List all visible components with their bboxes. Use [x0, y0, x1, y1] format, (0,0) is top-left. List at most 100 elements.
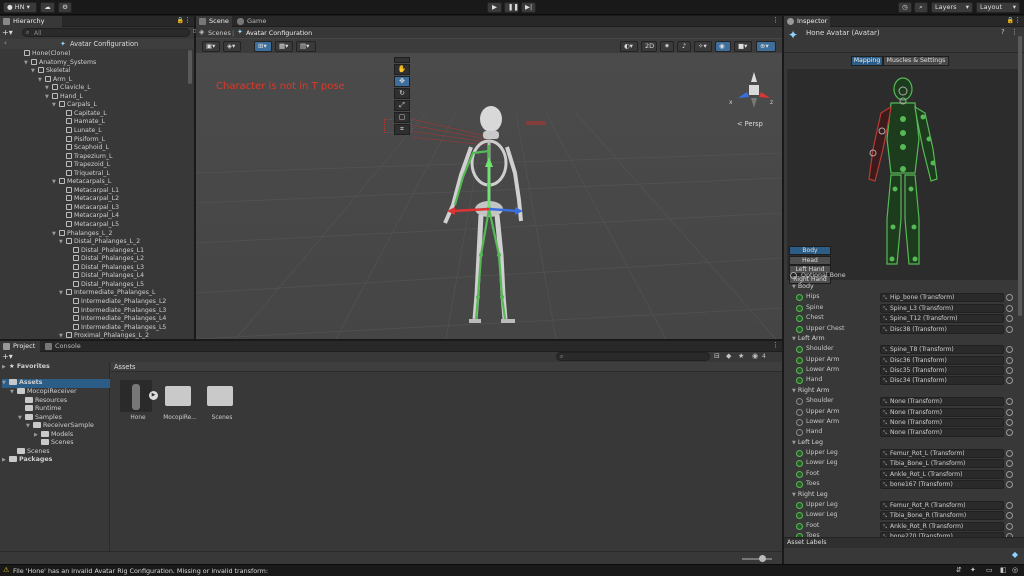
bone-transform-field[interactable]: ⤡ Disc35 (Transform) — [880, 366, 1004, 375]
model-asset[interactable]: ▶ Hone — [120, 378, 158, 428]
filter-type-icon[interactable]: ⊟ — [714, 352, 720, 360]
hierarchy-row[interactable]: ▼ Carpals_L — [52, 101, 97, 110]
hierarchy-row[interactable]: ▼ Skeletal — [31, 67, 71, 76]
hierarchy-row[interactable]: Intermediate_Phalanges_L5 — [66, 323, 166, 333]
object-picker-icon[interactable] — [1006, 325, 1013, 333]
lock-icon[interactable]: 🔒 — [177, 17, 184, 24]
tab-muscles[interactable]: Muscles & Settings — [883, 56, 949, 66]
back-icon[interactable]: ‹ — [4, 39, 7, 47]
search-button[interactable]: ⌕ — [914, 2, 928, 13]
breadcrumb-root[interactable]: Scenes — [208, 29, 231, 37]
progress-icon[interactable]: ▭ — [986, 566, 993, 574]
hierarchy-row[interactable]: Metacarpal_L3 — [59, 203, 119, 213]
expand-arrow-icon[interactable]: ▼ — [792, 388, 796, 394]
hierarchy-row[interactable]: ▼ Hand_L — [45, 92, 83, 102]
hierarchy-row[interactable]: Pisiform_L — [59, 135, 105, 145]
hierarchy-row[interactable]: ▼ Distal_Phalanges_L_2 — [59, 238, 140, 247]
project-tree-item[interactable]: ▼ Assets — [2, 379, 110, 388]
create-asset-button[interactable]: +▾ — [2, 352, 19, 361]
audio-button[interactable]: ♪ — [677, 41, 691, 52]
tab-mapping[interactable]: Mapping — [851, 56, 883, 66]
folder-asset[interactable]: Scenes — [204, 378, 240, 428]
bone-transform-field[interactable]: ⤡ None (Transform) — [880, 407, 1004, 417]
expand-arrow-icon[interactable]: ▶ — [34, 431, 41, 440]
hierarchy-row[interactable]: Distal_Phalanges_L1 — [66, 246, 144, 256]
more-icon[interactable]: ⋮ — [772, 16, 779, 24]
hierarchy-row[interactable]: Metacarpal_L5 — [59, 221, 119, 230]
expand-arrow-icon[interactable]: ▼ — [792, 440, 796, 446]
hierarchy-row[interactable]: ▼ Arm_L — [38, 75, 72, 85]
expand-arrow-icon[interactable]: ▼ — [59, 238, 66, 247]
object-picker-icon[interactable] — [1006, 377, 1013, 385]
tab-scene[interactable]: Scene — [196, 16, 232, 27]
object-picker-icon[interactable] — [1006, 501, 1013, 509]
star-icon[interactable]: ★ — [738, 352, 744, 360]
hierarchy-row[interactable]: ▼ Proximal_Phalanges_L_2 — [59, 332, 149, 341]
grid-snap-button[interactable]: ▦▾ — [275, 41, 293, 52]
object-picker-icon[interactable] — [1006, 398, 1013, 406]
hierarchy-row[interactable]: Distal_Phalanges_L2 — [66, 255, 144, 264]
project-tree-item[interactable]: Runtime — [18, 405, 61, 414]
project-tree-item[interactable]: ▼ ReceiverSample — [26, 422, 94, 431]
more-icon[interactable]: ⋮ — [1014, 16, 1021, 24]
mode-2d-button[interactable]: 2D — [641, 41, 657, 52]
view-button-body[interactable]: Body — [789, 246, 831, 255]
hierarchy-row[interactable]: Triquetral_L — [59, 169, 110, 179]
object-picker-icon[interactable] — [1006, 304, 1013, 312]
label-tag-icon[interactable]: ◆ — [1012, 550, 1018, 559]
hierarchy-row[interactable]: Hamate_L — [59, 118, 105, 127]
bone-transform-field[interactable]: ⤡ Hip_bone (Transform) — [880, 293, 1004, 303]
expand-arrow-icon[interactable]: ▼ — [792, 284, 796, 290]
rect-tool[interactable]: ▢ — [394, 112, 410, 123]
bone-transform-field[interactable]: ⤡ Disc34 (Transform) — [880, 376, 1004, 386]
hierarchy-row[interactable]: Intermediate_Phalanges_L2 — [66, 297, 166, 307]
debug-icon[interactable]: ✦ — [970, 566, 976, 574]
hierarchy-row[interactable]: ▼ Intermediate_Phalanges_L — [59, 289, 155, 298]
visibility-button[interactable]: ◉ — [715, 41, 731, 52]
expand-arrow-icon[interactable]: ▼ — [24, 59, 31, 68]
expand-arrow-icon[interactable]: ▼ — [59, 332, 66, 341]
play-button[interactable]: ▶ — [487, 2, 502, 13]
expand-arrow-icon[interactable]: ▼ — [10, 388, 17, 397]
zoom-slider[interactable] — [742, 558, 772, 560]
bone-transform-field[interactable]: ⤡ Femur_Rot_R (Transform) — [880, 500, 1004, 510]
lighting-button[interactable]: ✷ — [660, 41, 674, 52]
hierarchy-row[interactable]: Distal_Phalanges_L4 — [66, 272, 144, 281]
perspective-toggle[interactable]: < Persp — [737, 120, 763, 128]
tab-hierarchy[interactable]: Hierarchy — [0, 16, 62, 27]
expand-arrow-icon[interactable]: ▼ — [52, 178, 59, 187]
cloud-button[interactable]: ☁ — [40, 2, 55, 13]
expand-arrow-icon[interactable]: ▼ — [45, 84, 52, 93]
bone-transform-field[interactable]: ⤡ Spine_L3 (Transform) — [880, 303, 1004, 313]
help-icon[interactable]: ? — [1001, 28, 1005, 36]
hierarchy-row[interactable]: ▼ Metacarpals_L — [52, 178, 111, 187]
folder-asset[interactable]: MocopiRe... — [162, 378, 198, 428]
bone-transform-field[interactable]: ⤡ Ankle_Rot_L (Transform) — [880, 469, 1004, 479]
transform-tool[interactable]: ⌗ — [394, 124, 410, 135]
bone-group-header[interactable]: ▼ Right Leg — [786, 490, 1016, 500]
object-picker-icon[interactable] — [1006, 408, 1013, 416]
object-picker-icon[interactable] — [1006, 418, 1013, 426]
camera-button[interactable]: ■▾ — [734, 41, 752, 52]
hierarchy-row[interactable]: Capitate_L — [59, 109, 107, 119]
expand-arrow-icon[interactable]: ▼ — [792, 492, 796, 498]
tab-game[interactable]: Game — [234, 16, 270, 27]
hierarchy-row[interactable]: Scaphoid_L — [59, 144, 109, 153]
expand-arrow-icon[interactable]: ▼ — [52, 230, 59, 239]
account-button[interactable]: ● HN ▾ — [3, 2, 37, 13]
history-button[interactable]: ◷ — [898, 2, 912, 13]
hierarchy-row[interactable]: Lunate_L — [59, 126, 102, 136]
label-icon[interactable]: ◆ — [726, 352, 731, 360]
tab-console[interactable]: Console — [42, 341, 84, 352]
layout-dropdown[interactable]: Layout ▾ — [976, 2, 1020, 13]
object-picker-icon[interactable] — [1006, 315, 1013, 323]
eye-icon[interactable]: ◉ — [752, 352, 758, 360]
bone-transform-field[interactable]: ⤡ bone167 (Transform) — [880, 480, 1004, 490]
hierarchy-row[interactable]: Distal_Phalanges_L5 — [66, 280, 144, 290]
object-picker-icon[interactable] — [1006, 522, 1013, 530]
bone-transform-field[interactable]: ⤡ Disc38 (Transform) — [880, 324, 1004, 334]
status-message[interactable]: File 'Hone' has an invalid Avatar Rig Co… — [13, 567, 268, 575]
hierarchy-row[interactable]: ▼ Clavicle_L — [45, 84, 91, 93]
snap-button[interactable]: ⊞▾ — [254, 41, 272, 52]
skeleton-model[interactable] — [431, 105, 551, 335]
